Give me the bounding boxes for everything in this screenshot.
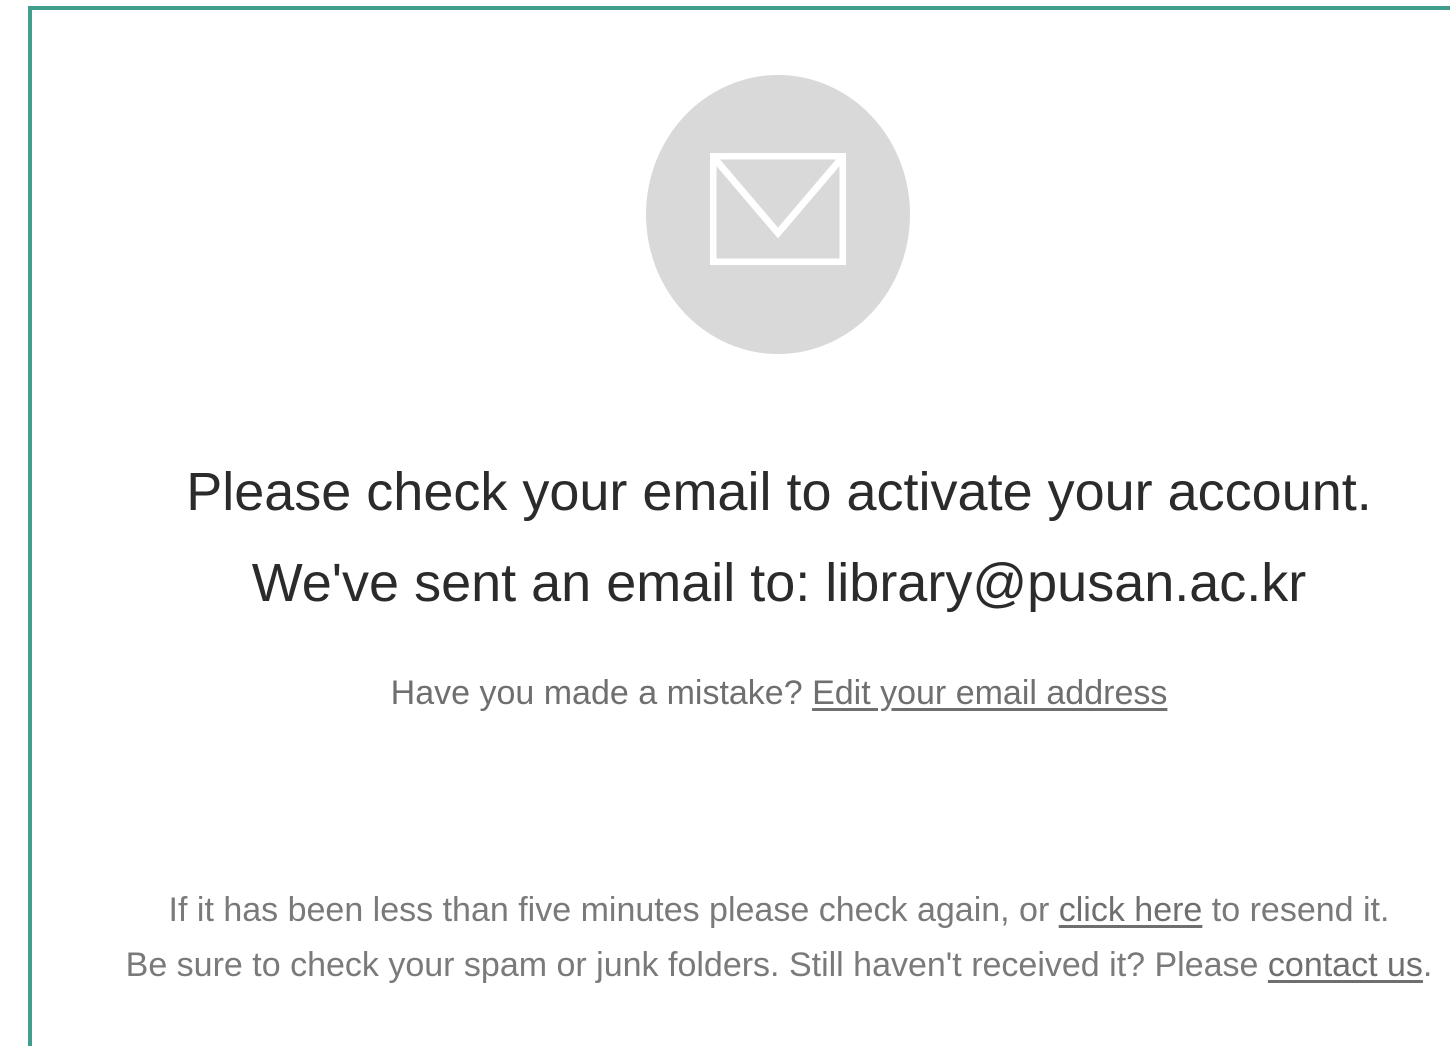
resend-text-before: If it has been less than five minutes pl… <box>168 891 1059 929</box>
contact-us-link[interactable]: contact us <box>1268 946 1423 984</box>
envelope-icon <box>710 153 846 265</box>
spam-note: Be sure to check your spam or junk folde… <box>54 945 1450 985</box>
email-sent-message: We've sent an email to: library@pusan.ac… <box>54 553 1450 613</box>
recipient-email: library@pusan.ac.kr <box>825 553 1307 613</box>
mistake-prompt: Have you made a mistake? Edit your email… <box>54 673 1450 713</box>
spam-text-after: . <box>1422 946 1433 984</box>
page-title: Please check your email to activate your… <box>186 462 1372 522</box>
edit-email-link[interactable]: Edit your email address <box>812 674 1167 712</box>
mistake-text: Have you made a mistake? <box>390 674 813 712</box>
envelope-badge <box>646 75 910 354</box>
spam-text-before: Be sure to check your spam or junk folde… <box>125 946 1268 984</box>
resend-note: If it has been less than five minutes pl… <box>54 890 1450 930</box>
resend-link[interactable]: click here <box>1059 891 1203 929</box>
resend-text-after: to resend it. <box>1202 891 1390 929</box>
email-sent-prefix: We've sent an email to: <box>251 553 826 613</box>
